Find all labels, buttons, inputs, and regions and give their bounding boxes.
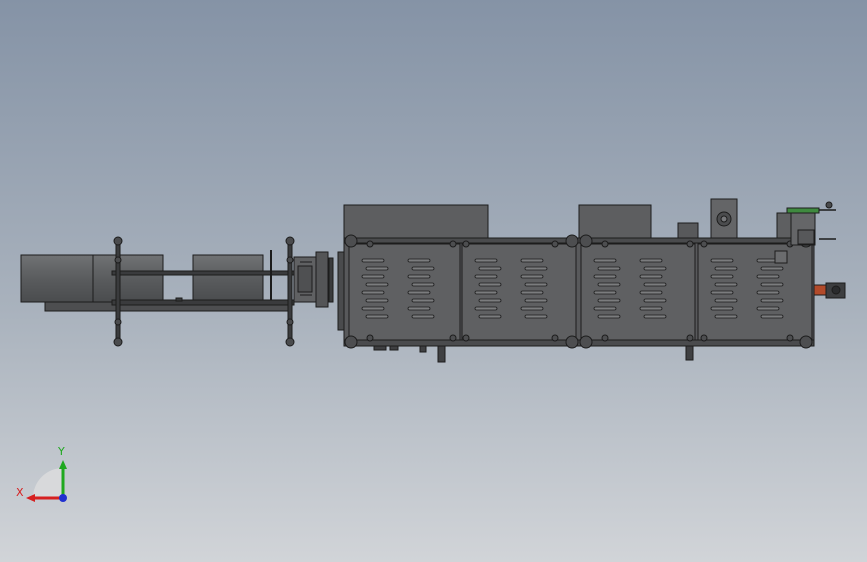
vent-slot [593, 258, 617, 263]
z-axis-dot [59, 494, 67, 502]
drive-bracket-green [786, 207, 820, 214]
vent-slot [361, 274, 385, 279]
material-roll-2[interactable] [92, 254, 164, 303]
vent-slot [524, 298, 548, 303]
vent-slot [593, 274, 617, 279]
vent-slot [407, 258, 431, 263]
output-connector[interactable] [813, 282, 846, 299]
vent-slot [411, 266, 435, 271]
vent-slot [365, 314, 389, 319]
vent-slot [643, 266, 667, 271]
vent-slot [407, 274, 431, 279]
vent-slot [593, 290, 617, 295]
top-housing-left[interactable] [343, 204, 489, 240]
vent-slot [710, 290, 734, 295]
vent-slot [361, 258, 385, 263]
vent-slot [365, 266, 389, 271]
vent-slot [597, 314, 621, 319]
vent-slot [760, 314, 784, 319]
cad-viewport[interactable]: X Y [0, 0, 867, 562]
bottom-foot-2 [685, 345, 694, 361]
vent-slot [760, 266, 784, 271]
model-canvas[interactable]: X Y [0, 0, 867, 562]
vent-slot [643, 314, 667, 319]
feed-guide-unit[interactable] [293, 251, 334, 308]
vent-slot [760, 298, 784, 303]
axis-triad: X Y [16, 445, 67, 502]
vent-slot [520, 258, 544, 263]
vent-slot [524, 314, 548, 319]
vent-slot [478, 314, 502, 319]
vent-slot [714, 266, 738, 271]
vent-slot [474, 274, 498, 279]
vent-slot [411, 282, 435, 287]
material-roll-3[interactable] [192, 254, 264, 303]
vent-slot [474, 258, 498, 263]
vent-slot [474, 306, 498, 311]
feeder-bottom-rail [111, 299, 295, 306]
vent-slot [593, 306, 617, 311]
feeder-post-right[interactable] [285, 236, 295, 347]
material-roll-1[interactable] [20, 254, 94, 303]
vent-slot [365, 298, 389, 303]
vent-slot [639, 290, 663, 295]
vent-slot [407, 290, 431, 295]
vent-slot [524, 266, 548, 271]
vent-slot [710, 258, 734, 263]
vent-slot [597, 298, 621, 303]
y-axis-label: Y [57, 445, 65, 458]
entry-flange [337, 251, 345, 331]
bottom-foot-1 [437, 345, 446, 363]
vent-slot [478, 282, 502, 287]
motor-mount-plate[interactable] [710, 198, 738, 239]
vent-slot [597, 282, 621, 287]
vent-slot [411, 314, 435, 319]
vent-slot [760, 282, 784, 287]
x-axis-label: X [16, 486, 24, 499]
feeder-top-rail [111, 270, 295, 276]
vent-slot [639, 306, 663, 311]
triad-plane [33, 468, 63, 498]
top-housing-middle[interactable] [578, 204, 652, 240]
vent-slot [756, 274, 780, 279]
vent-slot [639, 258, 663, 263]
vent-slot [756, 290, 780, 295]
vent-slot [756, 306, 780, 311]
vent-slot [474, 290, 498, 295]
vent-slot [639, 274, 663, 279]
vent-slot [710, 306, 734, 311]
vent-slot [407, 306, 431, 311]
vent-slot [643, 298, 667, 303]
feeder-section[interactable] [20, 236, 334, 347]
vent-slot [361, 290, 385, 295]
vent-slot [714, 282, 738, 287]
vent-slot [365, 282, 389, 287]
vent-slot [597, 266, 621, 271]
vent-slot [714, 298, 738, 303]
vent-slot [714, 314, 738, 319]
vent-slot [710, 274, 734, 279]
sensor-block[interactable] [677, 222, 699, 239]
vent-slot [520, 290, 544, 295]
vent-slot [643, 282, 667, 287]
vent-slot [524, 282, 548, 287]
vent-slot [520, 306, 544, 311]
vent-slot [478, 266, 502, 271]
vent-slot [520, 274, 544, 279]
vent-slot [478, 298, 502, 303]
vent-slot [361, 306, 385, 311]
main-machine[interactable] [337, 198, 846, 363]
vent-slot [411, 298, 435, 303]
